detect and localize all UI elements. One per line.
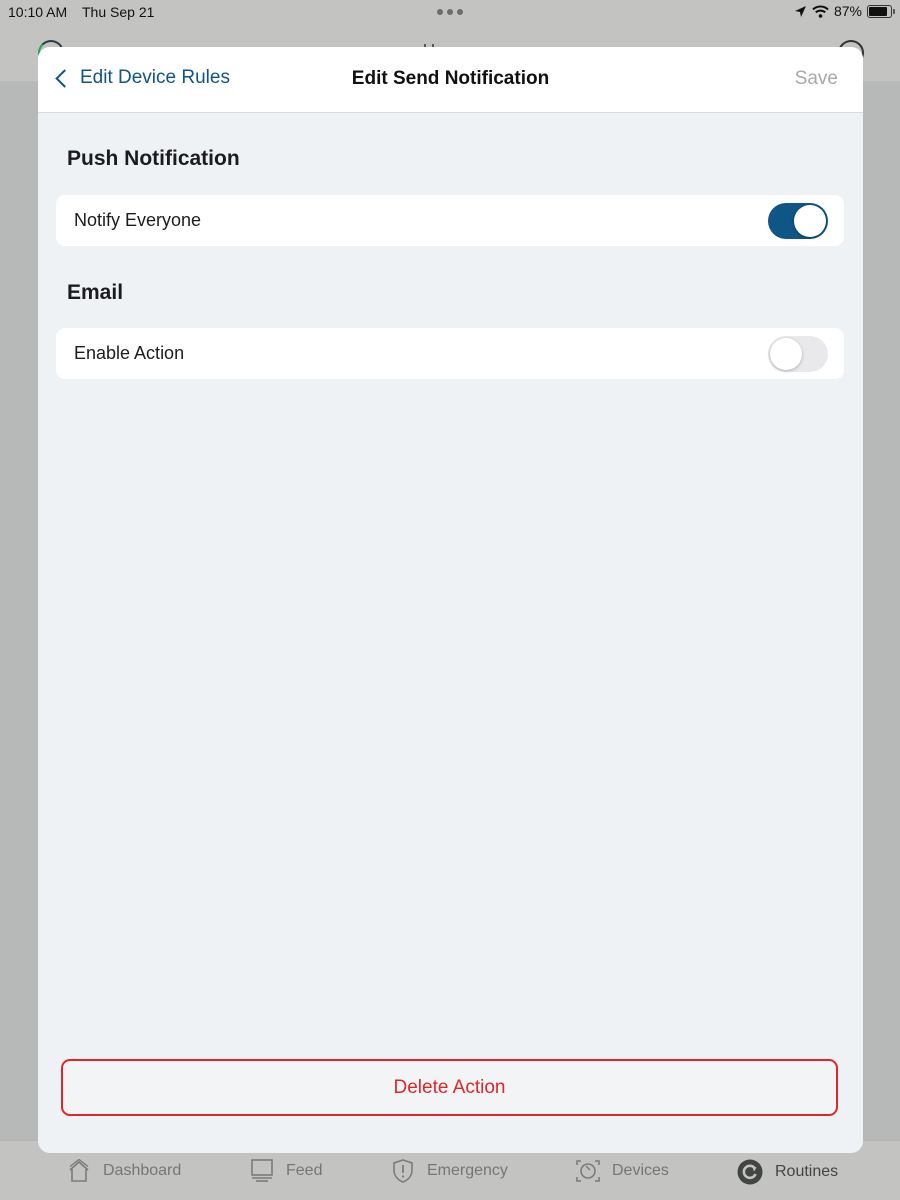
toggle-knob — [794, 204, 826, 237]
status-date: Thu Sep 21 — [82, 4, 155, 20]
section-title-push-notification: Push Notification — [67, 147, 240, 170]
section-title-email: Email — [67, 281, 124, 304]
tab-feed[interactable]: Feed — [250, 1159, 322, 1183]
tab-dashboard[interactable]: Dashboard — [67, 1159, 181, 1183]
tab-label: Feed — [286, 1162, 323, 1179]
monitor-icon — [251, 1159, 273, 1182]
tab-label: Routines — [775, 1163, 839, 1180]
edit-send-notification-sheet: Edit Device Rules Edit Send Notification… — [38, 47, 863, 1153]
save-button[interactable]: Save — [795, 68, 838, 90]
tab-label: Emergency — [427, 1162, 508, 1179]
battery-icon — [867, 4, 895, 18]
tab-routines[interactable]: Routines — [737, 1159, 838, 1185]
camera-scan-icon — [576, 1160, 600, 1182]
tab-devices[interactable]: Devices — [576, 1159, 669, 1183]
navigation-bar: Edit Device Rules Edit Send Notification… — [38, 47, 863, 113]
status-bar: 10:10 AM Thu Sep 21 87% — [0, 0, 900, 24]
enable-action-toggle[interactable] — [768, 335, 828, 372]
page-title: Edit Send Notification — [351, 68, 550, 89]
row-label: Notify Everyone — [74, 210, 202, 230]
wifi-icon — [812, 5, 829, 18]
row-label: Enable Action — [74, 343, 185, 363]
row-notify-everyone: Notify Everyone — [56, 195, 844, 246]
routines-refresh-icon — [737, 1159, 763, 1185]
tab-label: Dashboard — [103, 1162, 182, 1179]
battery-percent: 87% — [833, 3, 862, 19]
tab-label: Devices — [612, 1162, 669, 1179]
shield-alert-icon — [393, 1159, 413, 1183]
notify-everyone-toggle[interactable] — [768, 202, 828, 239]
multitasking-dots-icon[interactable] — [437, 4, 463, 15]
status-time: 10:10 AM — [8, 4, 68, 20]
toggle-knob — [770, 337, 802, 370]
home-icon — [69, 1159, 89, 1182]
row-enable-action: Enable Action — [56, 328, 844, 379]
location-arrow-icon — [794, 5, 806, 17]
delete-action-button[interactable]: Delete Action — [61, 1059, 838, 1116]
tab-bar: Dashboard Feed Emergency Devices Routine… — [0, 1153, 900, 1193]
tab-emergency[interactable]: Emergency — [391, 1159, 508, 1183]
